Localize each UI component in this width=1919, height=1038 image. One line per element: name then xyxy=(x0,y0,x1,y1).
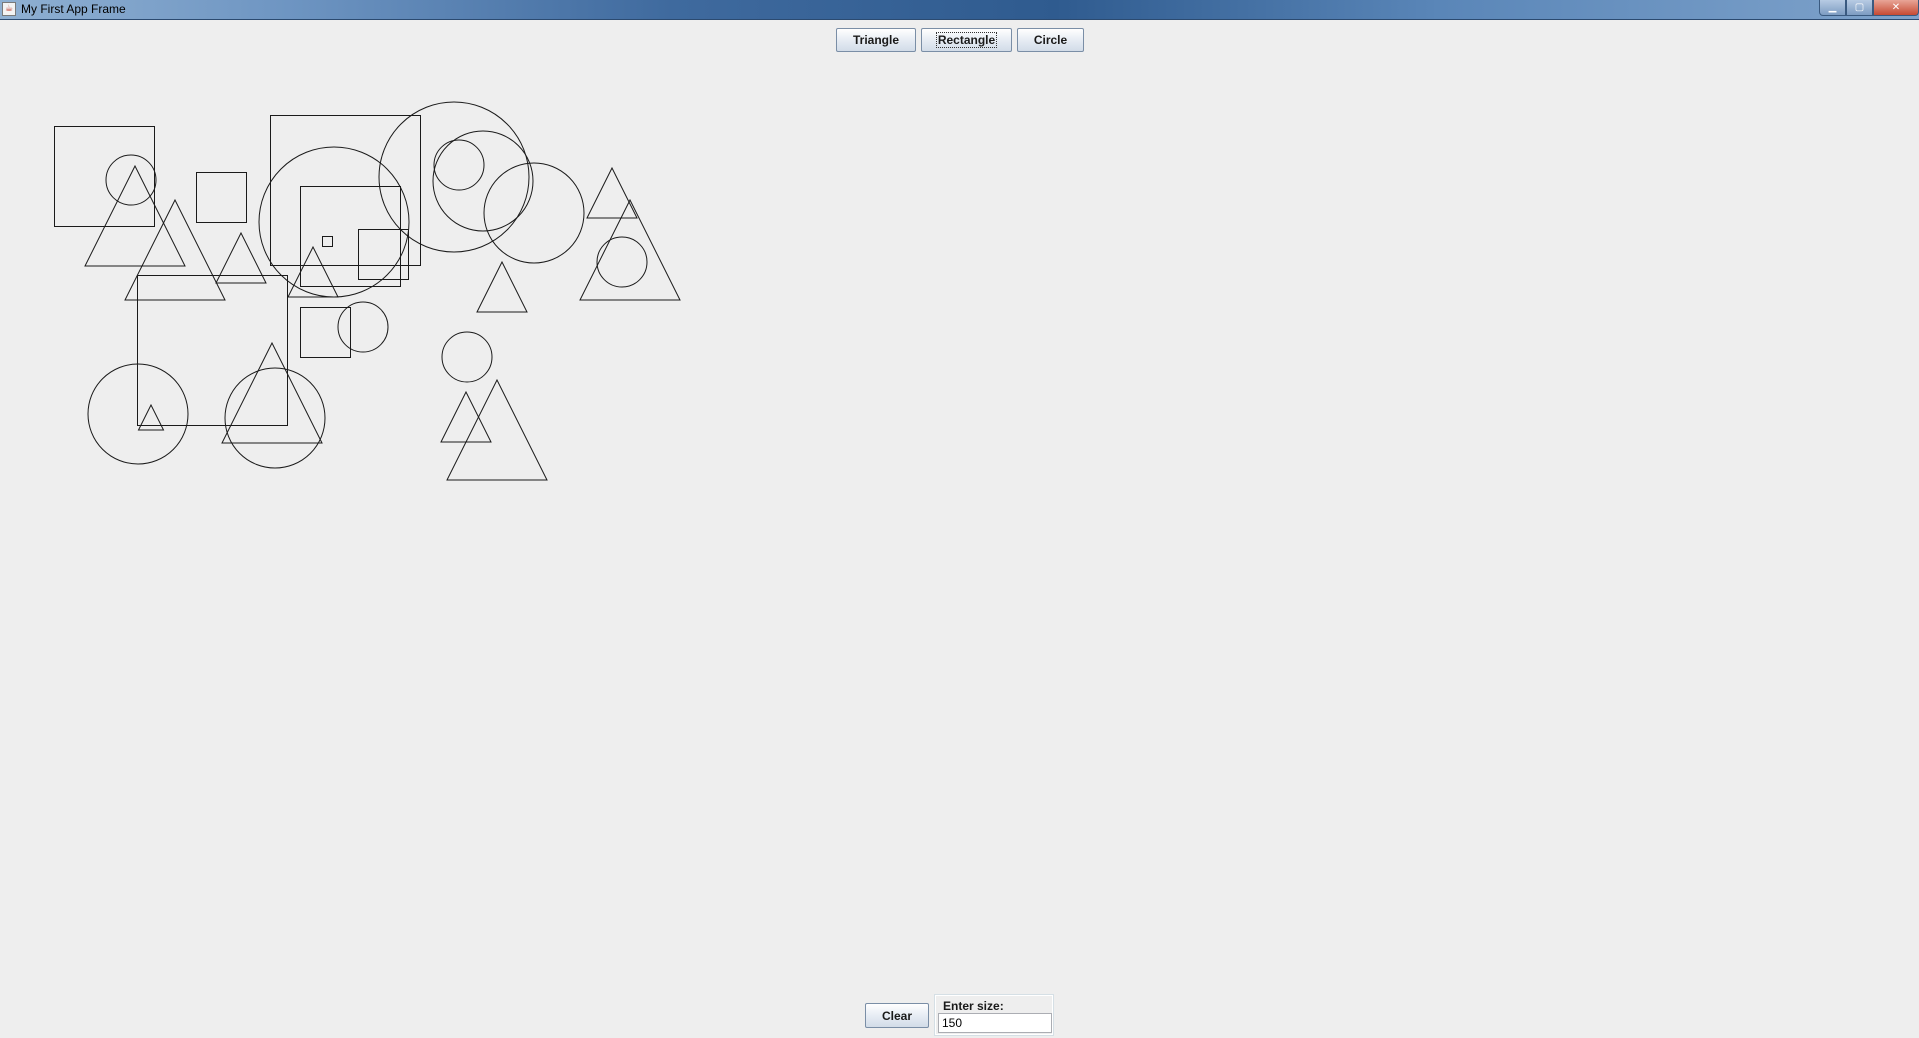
circle-shape xyxy=(105,154,157,206)
triangle-shape xyxy=(586,166,638,219)
size-input[interactable]: 150 xyxy=(938,1013,1052,1033)
window-title: My First App Frame xyxy=(21,2,126,16)
rectangle-button[interactable]: Rectangle xyxy=(921,28,1012,52)
rectangle-shape xyxy=(300,307,351,358)
triangle-shape xyxy=(137,403,165,431)
triangle-button-label: Triangle xyxy=(852,33,899,47)
circle-shape xyxy=(441,331,493,383)
drawing-canvas[interactable] xyxy=(0,50,1919,990)
java-app-icon: ☕ xyxy=(2,2,16,16)
rectangle-button-label: Rectangle xyxy=(935,32,998,48)
triangle-shape xyxy=(124,198,226,301)
rectangle-shape xyxy=(54,126,155,227)
circle-button[interactable]: Circle xyxy=(1017,28,1084,52)
minimize-icon: ▁ xyxy=(1828,2,1837,13)
triangle-shape xyxy=(84,164,186,267)
triangle-shape xyxy=(287,245,339,298)
rectangle-shape xyxy=(270,115,421,266)
size-input-group: Enter size: 150 xyxy=(934,994,1054,1036)
clear-button[interactable]: Clear xyxy=(865,1003,929,1028)
maximize-icon: ▢ xyxy=(1854,2,1865,13)
circle-shape xyxy=(433,139,485,191)
triangle-shape xyxy=(440,390,492,443)
triangle-button[interactable]: Triangle xyxy=(836,28,916,52)
maximize-button[interactable]: ▢ xyxy=(1846,0,1873,16)
clear-button-label: Clear xyxy=(881,1008,913,1023)
circle-shape xyxy=(596,236,648,288)
rectangle-shape xyxy=(322,236,333,247)
circle-shape xyxy=(258,146,410,298)
triangle-shape xyxy=(446,378,548,481)
minimize-button[interactable]: ▁ xyxy=(1819,0,1846,16)
circle-shape xyxy=(337,301,389,353)
window-controls: ▁ ▢ ✕ xyxy=(1819,0,1919,18)
rectangle-shape xyxy=(196,172,247,223)
close-button[interactable]: ✕ xyxy=(1873,0,1919,16)
close-icon: ✕ xyxy=(1891,2,1901,13)
circle-shape xyxy=(483,162,585,264)
circle-button-label: Circle xyxy=(1033,33,1068,47)
size-label: Enter size: xyxy=(942,999,1005,1013)
app-window: ☕ My First App Frame ▁ ▢ ✕ Triangle Rect… xyxy=(0,0,1919,1038)
rectangle-shape xyxy=(300,186,401,287)
triangle-shape xyxy=(476,260,528,313)
triangle-shape xyxy=(579,198,681,301)
rectangle-shape xyxy=(137,275,288,426)
title-bar[interactable]: ☕ My First App Frame ▁ ▢ ✕ xyxy=(0,0,1919,20)
